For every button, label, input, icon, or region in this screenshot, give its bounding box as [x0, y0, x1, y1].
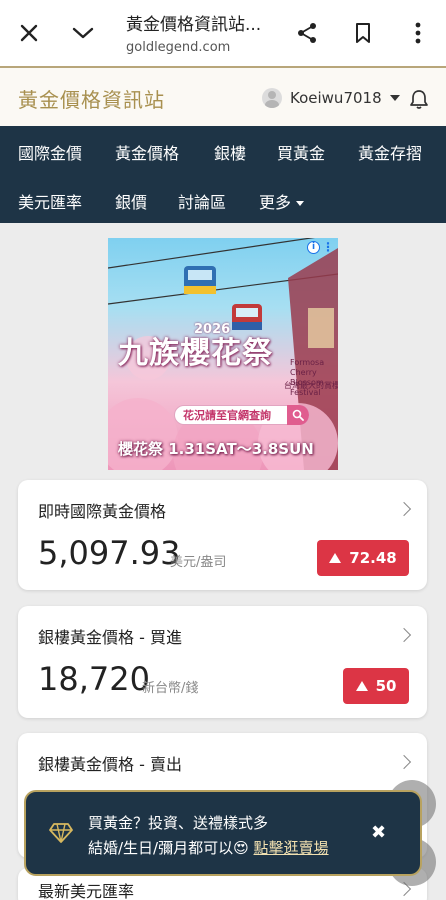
ad-cta-button[interactable]: 花況請至官網查詢 [174, 405, 310, 425]
site-logo[interactable]: 黃金價格資訊站 [18, 84, 165, 113]
diamond-icon [48, 822, 74, 844]
nav-item-gold-passbook[interactable]: 黃金存摺 [358, 140, 422, 164]
search-icon [287, 405, 309, 425]
nav-item-silver-price[interactable]: 銀價 [115, 189, 147, 213]
price-change-badge: 50 [343, 668, 409, 704]
price-unit: 新台幣/錢 [142, 681, 199, 696]
advertisement-banner[interactable]: i ⋮ 2026 九族櫻花祭 Formosa Cherry Blossom Fe… [108, 238, 338, 470]
browser-toolbar: 黃金價格資訊站... goldlegend.com [0, 0, 446, 66]
nav-item-forum[interactable]: 討論區 [178, 189, 226, 213]
share-icon[interactable] [294, 20, 320, 46]
price-value: 5,097.93 [38, 534, 181, 572]
ad-options-icon[interactable]: ⋮ [322, 240, 334, 254]
promo-toast: 買黃金？投資、送禮樣式多 結婚/生日/彌月都可以😍 點擊逛賣場 ✖ [24, 790, 422, 876]
toast-message-prefix: 結婚/生日/彌月都可以😍 [88, 839, 254, 857]
browser-url[interactable]: goldlegend.com [126, 40, 230, 55]
ad-cta-label: 花況請至官網查詢 [183, 409, 271, 422]
up-arrow-icon [355, 681, 368, 691]
price-change-value: 72.48 [349, 549, 397, 567]
ad-info-icon[interactable]: i [307, 241, 320, 254]
chevron-right-icon [396, 627, 412, 643]
user-menu[interactable]: Koeiwu7018 [262, 88, 400, 108]
chevron-right-icon [396, 754, 412, 770]
caret-down-icon [389, 95, 400, 101]
bookmark-icon[interactable] [350, 20, 376, 46]
nav-item-more[interactable]: 更多 [259, 189, 305, 213]
avatar [262, 88, 282, 108]
up-arrow-icon [329, 553, 342, 563]
card-title: 即時國際黃金價格 [38, 502, 167, 521]
price-change-value: 50 [375, 677, 397, 695]
nav-more-label: 更多 [259, 193, 292, 212]
ad-subtitle-en: Formosa Cherry Blossom Festival [290, 358, 325, 397]
nav-item-international-gold[interactable]: 國際金價 [18, 140, 82, 164]
username: Koeiwu7018 [290, 89, 382, 107]
card-title: 最新美元匯率 [38, 882, 135, 900]
bell-icon[interactable] [408, 88, 430, 110]
price-value: 18,720 [38, 660, 150, 698]
toast-message-line2: 結婚/生日/彌月都可以😍 點擊逛賣場 [88, 837, 329, 858]
caret-down-icon [296, 201, 305, 206]
close-toast-button[interactable]: ✖ [371, 822, 386, 843]
shop-link[interactable]: 點擊逛賣場 [254, 839, 329, 857]
ad-title: 九族櫻花祭 [118, 336, 273, 371]
site-header: 黃金價格資訊站 Koeiwu7018 [0, 66, 446, 126]
close-icon[interactable] [16, 20, 42, 46]
nav-item-jewelry-store[interactable]: 銀樓 [214, 140, 246, 164]
chevron-right-icon [396, 501, 412, 517]
toast-message-line1: 買黃金？投資、送禮樣式多 [88, 814, 269, 832]
price-unit: 美元/盎司 [170, 555, 227, 570]
price-change-badge: 72.48 [317, 540, 409, 576]
card-title: 銀樓黃金價格 - 買進 [38, 628, 182, 647]
card-title: 銀樓黃金價格 - 賣出 [38, 755, 182, 774]
card-jewelry-buy[interactable]: 銀樓黃金價格 - 買進 18,720 新台幣/錢 50 [18, 606, 427, 718]
chevron-down-icon[interactable] [70, 20, 96, 46]
ad-dates: 櫻花祭 1.31SAT～3.8SUN [118, 440, 314, 458]
main-nav: 國際金價 黃金價格 銀樓 買黃金 黃金存摺 美元匯率 銀價 討論區 更多 [0, 126, 446, 223]
nav-item-usd-rate[interactable]: 美元匯率 [18, 189, 82, 213]
more-vert-icon[interactable] [405, 20, 431, 46]
nav-item-buy-gold[interactable]: 買黃金 [277, 140, 325, 164]
card-international-gold[interactable]: 即時國際黃金價格 5,097.93 美元/盎司 72.48 [18, 480, 427, 590]
ad-subtitle-zh: 台灣最大的賞櫻勝地 [284, 381, 338, 390]
browser-page-title: 黃金價格資訊站... [126, 15, 262, 35]
nav-item-gold-price[interactable]: 黃金價格 [115, 140, 179, 164]
